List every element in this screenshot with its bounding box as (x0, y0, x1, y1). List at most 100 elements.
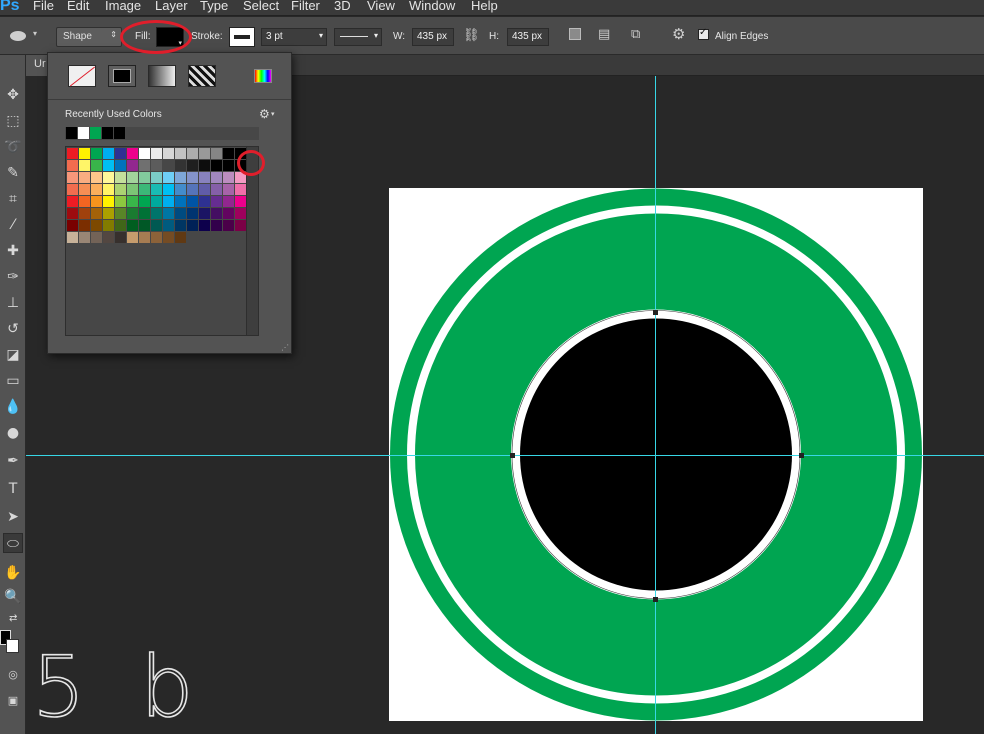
color-swatch[interactable] (163, 220, 174, 231)
tool-preset-picker[interactable]: ▾ (6, 29, 44, 45)
color-swatch[interactable] (163, 148, 174, 159)
color-swatch[interactable] (223, 208, 234, 219)
color-swatch[interactable] (115, 220, 126, 231)
menu-layer[interactable]: Layer (155, 0, 188, 13)
color-swatch[interactable] (151, 148, 162, 159)
link-icon[interactable]: ⛓ (463, 29, 480, 43)
color-swatch[interactable] (103, 172, 114, 183)
quick-select-tool-icon[interactable]: ✎ (3, 163, 23, 183)
color-swatch[interactable] (199, 148, 210, 159)
color-swatch[interactable] (127, 172, 138, 183)
color-swatch[interactable] (91, 232, 102, 243)
color-swatch[interactable] (187, 148, 198, 159)
color-swatch[interactable] (175, 232, 186, 243)
anchor-point-right[interactable] (799, 453, 804, 458)
color-swatch[interactable] (151, 232, 162, 243)
fill-type-solid[interactable] (108, 65, 136, 87)
color-swatch[interactable] (127, 160, 138, 171)
brush-tool-icon[interactable]: ✑ (3, 267, 23, 287)
color-swatch[interactable] (67, 196, 78, 207)
color-swatch[interactable] (211, 184, 222, 195)
color-swatch[interactable] (187, 184, 198, 195)
color-swatch[interactable] (175, 220, 186, 231)
color-swatch[interactable] (175, 196, 186, 207)
color-swatch[interactable] (127, 184, 138, 195)
color-swatch[interactable] (199, 172, 210, 183)
color-swatch[interactable] (175, 148, 186, 159)
color-swatch[interactable] (67, 172, 78, 183)
stroke-width-field[interactable]: 3 pt ▾ (261, 28, 327, 46)
fill-type-no-color[interactable] (68, 65, 96, 87)
gear-icon[interactable]: ⚙ (259, 107, 270, 121)
menu-filter[interactable]: Filter (291, 0, 320, 13)
color-swatch[interactable] (151, 208, 162, 219)
color-swatch[interactable] (103, 208, 114, 219)
color-swatch[interactable] (79, 160, 90, 171)
color-swatch[interactable] (91, 184, 102, 195)
anchor-point-bottom[interactable] (653, 597, 658, 602)
recent-color-swatch[interactable] (90, 127, 101, 139)
color-swatch[interactable] (139, 208, 150, 219)
color-swatch[interactable] (211, 220, 222, 231)
menu-window[interactable]: Window (409, 0, 455, 13)
recent-color-swatch[interactable] (114, 127, 125, 139)
anchor-point-top[interactable] (653, 310, 658, 315)
color-swatch[interactable] (163, 196, 174, 207)
color-swatch[interactable] (175, 160, 186, 171)
recent-color-swatch[interactable] (78, 127, 89, 139)
color-swatch[interactable] (127, 232, 138, 243)
color-swatch[interactable] (223, 148, 234, 159)
color-swatch[interactable] (91, 160, 102, 171)
color-swatch[interactable] (139, 148, 150, 159)
color-swatch[interactable] (223, 196, 234, 207)
color-swatch[interactable] (199, 208, 210, 219)
type-tool-icon[interactable]: T (3, 479, 23, 499)
color-swatch[interactable] (127, 148, 138, 159)
color-swatch[interactable] (79, 184, 90, 195)
pen-tool-icon[interactable]: ✒ (3, 451, 23, 471)
color-swatch[interactable] (151, 160, 162, 171)
menu-help[interactable]: Help (471, 0, 498, 13)
color-swatch[interactable] (91, 208, 102, 219)
color-swatch[interactable] (211, 196, 222, 207)
color-swatch[interactable] (151, 184, 162, 195)
screen-mode-icon[interactable]: ▣ (3, 691, 23, 711)
stroke-type-select[interactable]: ▾ (334, 28, 382, 46)
color-swatch[interactable] (91, 172, 102, 183)
resize-grip-icon[interactable]: ⋰ (281, 343, 289, 352)
color-swatch[interactable] (151, 172, 162, 183)
color-swatch[interactable] (79, 172, 90, 183)
color-swatch[interactable] (235, 184, 246, 195)
background-color-swatch[interactable] (6, 639, 19, 653)
color-swatch[interactable] (127, 208, 138, 219)
color-swatch[interactable] (127, 196, 138, 207)
color-swatch[interactable] (79, 232, 90, 243)
color-swatch[interactable] (187, 196, 198, 207)
color-swatch[interactable] (163, 160, 174, 171)
color-swatch[interactable] (187, 160, 198, 171)
menu-3d[interactable]: 3D (334, 0, 351, 13)
color-swatch[interactable] (91, 196, 102, 207)
eyedropper-tool-icon[interactable]: ⁄ (3, 215, 23, 235)
color-swatch[interactable] (211, 208, 222, 219)
color-swatch[interactable] (115, 160, 126, 171)
color-swatch[interactable] (139, 172, 150, 183)
color-swatch[interactable] (115, 208, 126, 219)
color-swatch[interactable] (163, 232, 174, 243)
crop-tool-icon[interactable]: ⌗ (3, 189, 23, 209)
color-swatch[interactable] (187, 208, 198, 219)
anchor-point-left[interactable] (510, 453, 515, 458)
color-swatch[interactable] (199, 220, 210, 231)
color-swatch[interactable] (175, 208, 186, 219)
color-swatch[interactable] (115, 184, 126, 195)
fill-type-pattern[interactable] (188, 65, 216, 87)
color-swatch[interactable] (103, 220, 114, 231)
color-swatch[interactable] (79, 208, 90, 219)
healing-brush-icon[interactable]: ✚ (3, 241, 23, 261)
color-swatch[interactable] (211, 160, 222, 171)
marquee-tool-icon[interactable]: ⬚ (3, 111, 23, 131)
color-swatch[interactable] (91, 148, 102, 159)
color-swatch[interactable] (67, 232, 78, 243)
clone-stamp-icon[interactable]: ⊥ (3, 293, 23, 313)
menu-file[interactable]: File (33, 0, 54, 13)
